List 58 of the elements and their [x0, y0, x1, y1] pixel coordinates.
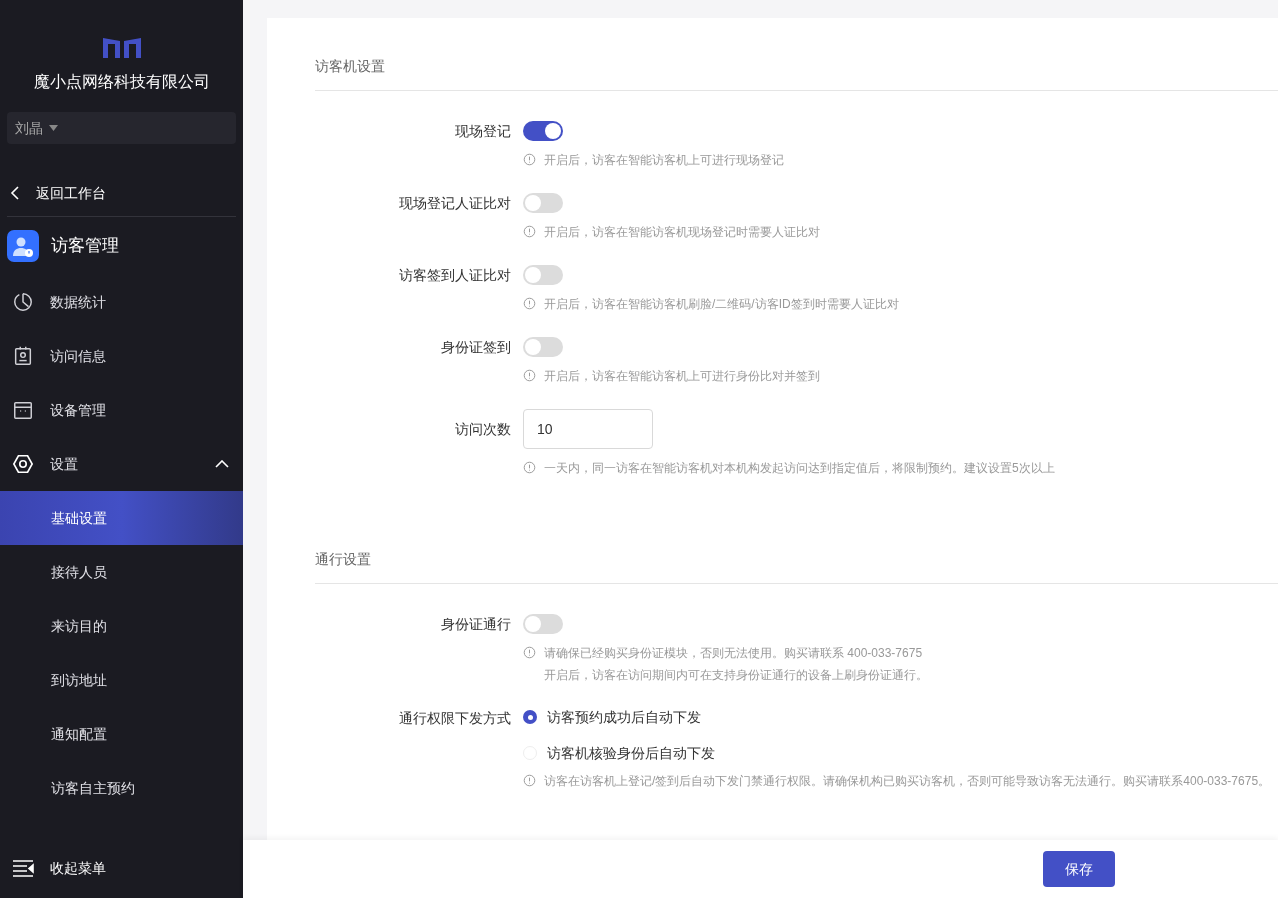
hint-text: 开启后，访客在智能访客机上可进行现场登记 [544, 152, 784, 169]
info-icon [523, 153, 536, 166]
radio-option[interactable]: 访客预约成功后自动下发 [523, 708, 1271, 726]
caret-icon [49, 125, 58, 131]
toggle-switch[interactable] [523, 614, 563, 634]
info-icon [523, 369, 536, 382]
toggle-switch[interactable] [523, 121, 563, 141]
info-icon [523, 774, 536, 787]
chevron-left-icon [10, 186, 22, 200]
submenu-item[interactable]: 通知配置 [0, 707, 243, 761]
hint-text: 开启后，访客在智能访客机上可进行身份比对并签到 [544, 368, 820, 385]
info-icon [523, 297, 536, 310]
chevron-up-icon [215, 460, 229, 468]
pie-chart-icon [12, 291, 34, 313]
field-label: 通行权限下发方式 [399, 709, 511, 728]
visitor-app-icon [7, 230, 39, 262]
field-label: 现场登记人证比对 [399, 194, 511, 213]
user-dropdown[interactable]: 刘晶 [7, 112, 236, 144]
logo-icon [101, 36, 142, 58]
number-input[interactable]: 10 [523, 409, 653, 449]
field-label: 身份证通行 [441, 615, 511, 634]
info-icon [523, 461, 536, 474]
toggle-switch[interactable] [523, 265, 563, 285]
toggle-switch[interactable] [523, 337, 563, 357]
settings-icon [12, 453, 34, 475]
device-icon [12, 399, 34, 421]
hint-text: 访客在访客机上登记/签到后自动下发门禁通行权限。请确保机构已购买访客机，否则可能导致访客无法通行。购买请联系400-033-7675。 [544, 773, 1271, 790]
toggle-switch[interactable] [523, 193, 563, 213]
save-button[interactable]: 保存 [1043, 851, 1115, 887]
submenu-item[interactable]: 到访地址 [0, 653, 243, 707]
field-label: 现场登记 [455, 122, 511, 141]
hint-text: 开启后，访客在智能访客机刷脸/二维码/访客ID签到时需要人证比对 [544, 296, 899, 313]
section-title: 访客机设置 [315, 58, 385, 74]
hint-text: 请确保已经购买身份证模块，否则无法使用。购买请联系 400-033-7675 [544, 645, 924, 662]
app-title: 访客管理 [51, 235, 119, 258]
collapse-menu-button[interactable]: 收起菜单 [0, 839, 243, 897]
collapse-menu-icon [12, 859, 34, 877]
info-icon [523, 225, 536, 238]
hint-text: 开启后，访客在智能访客机现场登记时需要人证比对 [544, 224, 820, 241]
info-icon [523, 646, 536, 659]
field-label: 身份证签到 [441, 338, 511, 357]
menu-item[interactable]: 访问信息 [0, 329, 243, 383]
menu-item[interactable]: 数据统计 [0, 275, 243, 329]
company-name: 魔小点网络科技有限公司 [33, 72, 210, 92]
menu-item[interactable]: 设备管理 [0, 383, 243, 437]
back-link[interactable]: 返回工作台 [0, 180, 243, 206]
submenu-item[interactable]: 接待人员 [0, 545, 243, 599]
hint-text: 一天内，同一访客在智能访客机对本机构发起访问达到指定值后，将限制预约。建议设置5次以上 [544, 460, 1055, 477]
radio-option[interactable]: 访客机核验身份后自动下发 [523, 744, 1271, 762]
section-title: 通行设置 [315, 551, 371, 567]
menu-item[interactable]: 设置 [0, 437, 243, 491]
submenu-item[interactable]: 基础设置 [0, 491, 243, 545]
hint-text: 开启后，访客在访问期间内可在支持身份证通行的设备上刷身份证通行。 [544, 667, 928, 684]
badge-icon [12, 345, 34, 367]
field-label: 访问次数 [455, 420, 511, 439]
field-label: 访客签到人证比对 [399, 266, 511, 285]
submenu-item[interactable]: 来访目的 [0, 599, 243, 653]
submenu-item[interactable]: 访客自主预约 [0, 761, 243, 815]
